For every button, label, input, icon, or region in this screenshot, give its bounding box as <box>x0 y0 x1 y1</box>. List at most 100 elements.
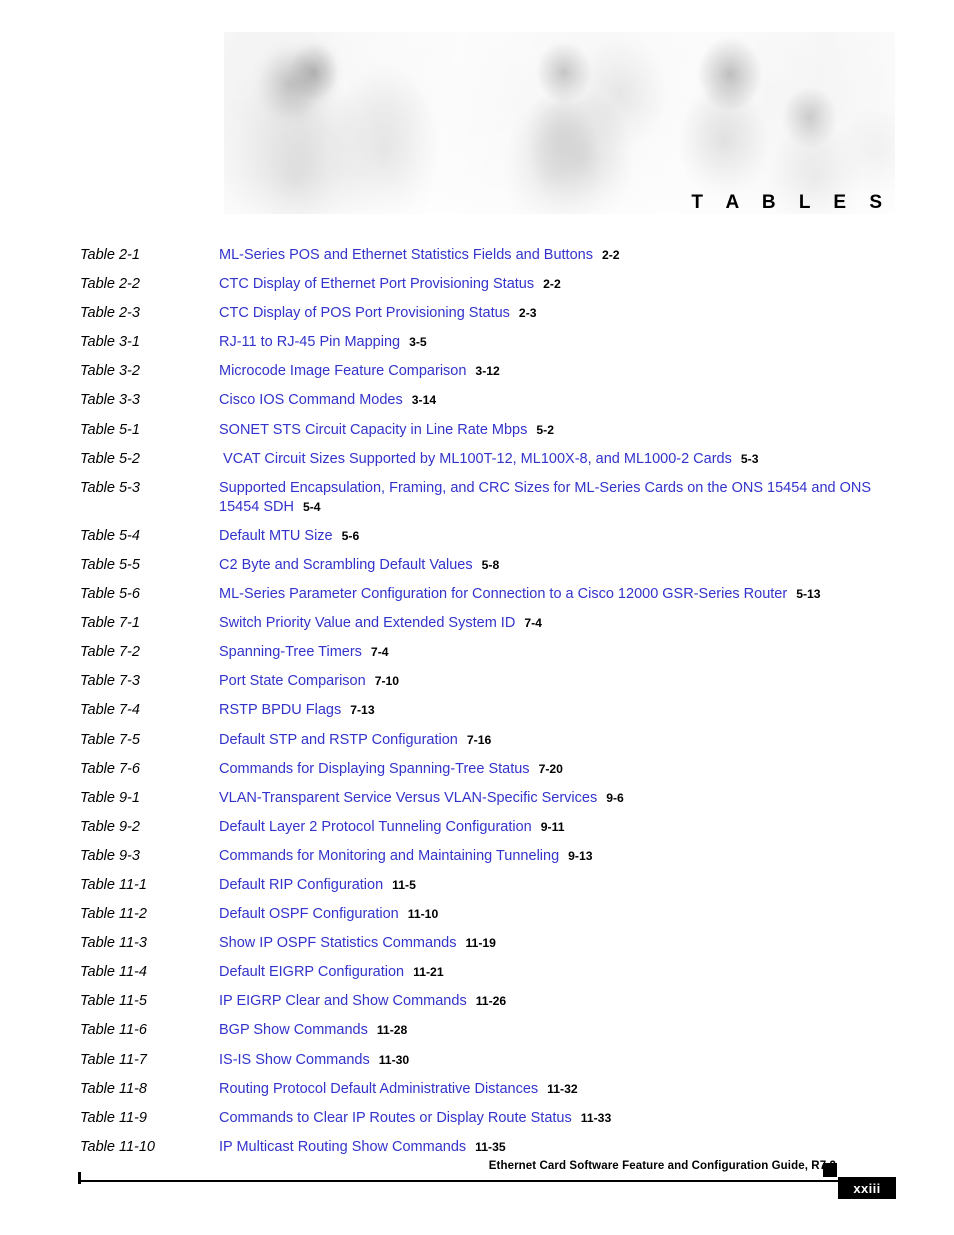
table-page-number[interactable]: 11-5 <box>392 878 416 892</box>
table-title-link[interactable]: Show IP OSPF Statistics Commands <box>219 935 456 951</box>
table-page-number[interactable]: 5-2 <box>536 423 554 437</box>
table-row[interactable]: Table 3-2 Microcode Image Feature Compari… <box>80 362 880 381</box>
table-page-number[interactable]: 5-8 <box>482 558 500 572</box>
table-page-number[interactable]: 11-28 <box>377 1023 408 1037</box>
table-title-link[interactable]: Routing Protocol Default Administrative … <box>219 1081 538 1097</box>
table-row[interactable]: Table 11-5 IP EIGRP Clear and Show Comman… <box>80 992 880 1011</box>
table-number-label: Table 5-2 <box>80 450 140 467</box>
table-number-label: Table 11-1 <box>80 876 147 893</box>
table-title-link[interactable]: CTC Display of POS Port Provisioning Sta… <box>219 305 510 321</box>
table-title-link[interactable]: CTC Display of Ethernet Port Provisionin… <box>219 276 534 292</box>
table-page-number[interactable]: 7-16 <box>467 733 491 747</box>
table-row[interactable]: Table 11-7 IS-IS Show Commands 11-30 <box>80 1051 880 1070</box>
footer-document-title: Ethernet Card Software Feature and Confi… <box>488 1160 836 1172</box>
table-row[interactable]: Table 9-3 Commands for Monitoring and Mai… <box>80 847 880 866</box>
table-row[interactable]: Table 5-4 Default MTU Size 5-6 <box>80 527 880 546</box>
table-number-label: Table 5-3 <box>80 479 140 496</box>
table-title-link[interactable]: Default STP and RSTP Configuration <box>219 732 458 748</box>
table-page-number[interactable]: 7-10 <box>375 674 399 688</box>
table-page-number[interactable]: 11-30 <box>379 1053 410 1067</box>
table-title-link[interactable]: Default MTU Size <box>219 528 333 544</box>
table-page-number[interactable]: 7-4 <box>371 645 389 659</box>
table-title-link[interactable]: ML-Series Parameter Configuration for Co… <box>219 586 787 602</box>
table-row[interactable]: Table 5-6 ML-Series Parameter Configurati… <box>80 585 880 604</box>
table-row[interactable]: Table 7-6 Commands for Displaying Spannin… <box>80 760 880 779</box>
table-page-number[interactable]: 11-21 <box>413 965 444 979</box>
table-title-link[interactable]: Microcode Image Feature Comparison <box>219 363 466 379</box>
table-title-link[interactable]: Switch Priority Value and Extended Syste… <box>219 615 515 631</box>
table-title-link[interactable]: Commands for Displaying Spanning-Tree St… <box>219 761 530 777</box>
table-number-label: Table 5-6 <box>80 586 140 603</box>
table-title-link[interactable]: Default OSPF Configuration <box>219 906 399 922</box>
table-page-number[interactable]: 9-13 <box>568 849 592 863</box>
table-row[interactable]: Table 11-6 BGP Show Commands 11-28 <box>80 1021 880 1040</box>
table-page-number[interactable]: 3-5 <box>409 335 427 349</box>
table-title-link[interactable]: RJ-11 to RJ-45 Pin Mapping <box>219 334 400 350</box>
table-page-number[interactable]: 7-20 <box>539 762 563 776</box>
table-page-number[interactable]: 5-6 <box>342 529 360 543</box>
table-page-number[interactable]: 9-11 <box>541 820 565 834</box>
table-page-number[interactable]: 3-12 <box>475 364 499 378</box>
table-row[interactable]: Table 2-3 CTC Display of POS Port Provisi… <box>80 304 880 323</box>
table-title-link[interactable]: Port State Comparison <box>219 673 366 689</box>
table-row[interactable]: Table 11-10 IP Multicast Routing Show Com… <box>80 1138 880 1157</box>
table-row[interactable]: Table 7-5 Default STP and RSTP Configurat… <box>80 731 880 750</box>
table-row[interactable]: Table 11-3 Show IP OSPF Statistics Comman… <box>80 934 880 953</box>
table-page-number[interactable]: 11-33 <box>581 1111 612 1125</box>
table-row[interactable]: Table 5-1 SONET STS Circuit Capacity in L… <box>80 421 880 440</box>
table-row[interactable]: Table 9-1 VLAN-Transparent Service Versus… <box>80 789 880 808</box>
table-row[interactable]: Table 3-1 RJ-11 to RJ-45 Pin Mapping 3-5 <box>80 333 880 352</box>
table-page-number[interactable]: 9-6 <box>606 791 624 805</box>
table-title-link[interactable]: Commands to Clear IP Routes or Display R… <box>219 1110 572 1126</box>
table-row[interactable]: Table 9-2 Default Layer 2 Protocol Tunnel… <box>80 818 880 837</box>
table-page-number[interactable]: 5-3 <box>741 452 759 466</box>
table-page-number[interactable]: 11-10 <box>408 907 439 921</box>
table-row[interactable]: Table 11-2 Default OSPF Configuration 11-1… <box>80 905 880 924</box>
table-title-link[interactable]: Commands for Monitoring and Maintaining … <box>219 848 559 864</box>
table-title-link[interactable]: IP Multicast Routing Show Commands <box>219 1139 466 1155</box>
table-title-link[interactable]: Spanning-Tree Timers <box>219 644 362 660</box>
table-title-link[interactable]: C2 Byte and Scrambling Default Values <box>219 557 473 573</box>
table-title-link[interactable]: VCAT Circuit Sizes Supported by ML100T-1… <box>219 451 732 467</box>
table-row[interactable]: Table 11-8 Routing Protocol Default Admin… <box>80 1080 880 1099</box>
table-title-link[interactable]: Default Layer 2 Protocol Tunneling Confi… <box>219 819 532 835</box>
table-row[interactable]: Table 7-1 Switch Priority Value and Exten… <box>80 614 880 633</box>
table-page-number[interactable]: 2-3 <box>519 306 537 320</box>
table-page-number[interactable]: 7-4 <box>524 616 542 630</box>
table-page-number[interactable]: 2-2 <box>543 277 561 291</box>
table-page-number[interactable]: 11-32 <box>547 1082 578 1096</box>
table-title-link[interactable]: Default EIGRP Configuration <box>219 964 404 980</box>
table-title-link[interactable]: Default RIP Configuration <box>219 877 383 893</box>
table-row[interactable]: Table 7-3 Port State Comparison 7-10 <box>80 672 880 691</box>
table-title-link[interactable]: VLAN-Transparent Service Versus VLAN-Spe… <box>219 790 597 806</box>
table-row[interactable]: Table 3-3 Cisco IOS Command Modes 3-14 <box>80 391 880 410</box>
table-number-label: Table 9-2 <box>80 818 140 835</box>
table-page-number[interactable]: 3-14 <box>412 393 436 407</box>
table-page-number[interactable]: 5-4 <box>303 500 321 514</box>
table-page-number[interactable]: 5-13 <box>796 587 820 601</box>
table-title-link[interactable]: RSTP BPDU Flags <box>219 702 341 718</box>
table-page-number[interactable]: 11-26 <box>476 994 507 1008</box>
table-title-link[interactable]: IS-IS Show Commands <box>219 1052 370 1068</box>
table-page-number[interactable]: 11-19 <box>465 936 496 950</box>
table-row[interactable]: Table 11-4 Default EIGRP Configuration 11-… <box>80 963 880 982</box>
table-number-label: Table 11-4 <box>80 964 147 981</box>
table-title-link[interactable]: IP EIGRP Clear and Show Commands <box>219 993 467 1009</box>
table-title-link[interactable]: SONET STS Circuit Capacity in Line Rate … <box>219 422 527 438</box>
table-page-number[interactable]: 11-35 <box>475 1140 506 1154</box>
table-page-number[interactable]: 7-13 <box>350 703 374 717</box>
table-row[interactable]: Table 5-2 VCAT Circuit Sizes Supported b… <box>80 450 880 469</box>
table-row[interactable]: Table 2-2 CTC Display of Ethernet Port Pr… <box>80 275 880 294</box>
table-row[interactable]: Table 11-9 Commands to Clear IP Routes or… <box>80 1109 880 1128</box>
table-row[interactable]: Table 5-5 C2 Byte and Scrambling Default … <box>80 556 880 575</box>
table-title-link[interactable]: ML-Series POS and Ethernet Statistics Fi… <box>219 247 593 263</box>
table-number-label: Table 5-5 <box>80 556 140 573</box>
table-title-link[interactable]: Cisco IOS Command Modes <box>219 392 403 408</box>
table-row[interactable]: Table 2-1 ML-Series POS and Ethernet Stat… <box>80 246 880 265</box>
table-row[interactable]: Table 7-2 Spanning-Tree Timers 7-4 <box>80 643 880 662</box>
table-title-link[interactable]: BGP Show Commands <box>219 1022 368 1038</box>
table-page-number[interactable]: 2-2 <box>602 248 620 262</box>
table-row[interactable]: Table 5-3 Supported Encapsulation, Framin… <box>80 479 880 517</box>
table-row[interactable]: Table 7-4 RSTP BPDU Flags 7-13 <box>80 701 880 720</box>
table-row[interactable]: Table 11-1 Default RIP Configuration 11-5 <box>80 876 880 895</box>
